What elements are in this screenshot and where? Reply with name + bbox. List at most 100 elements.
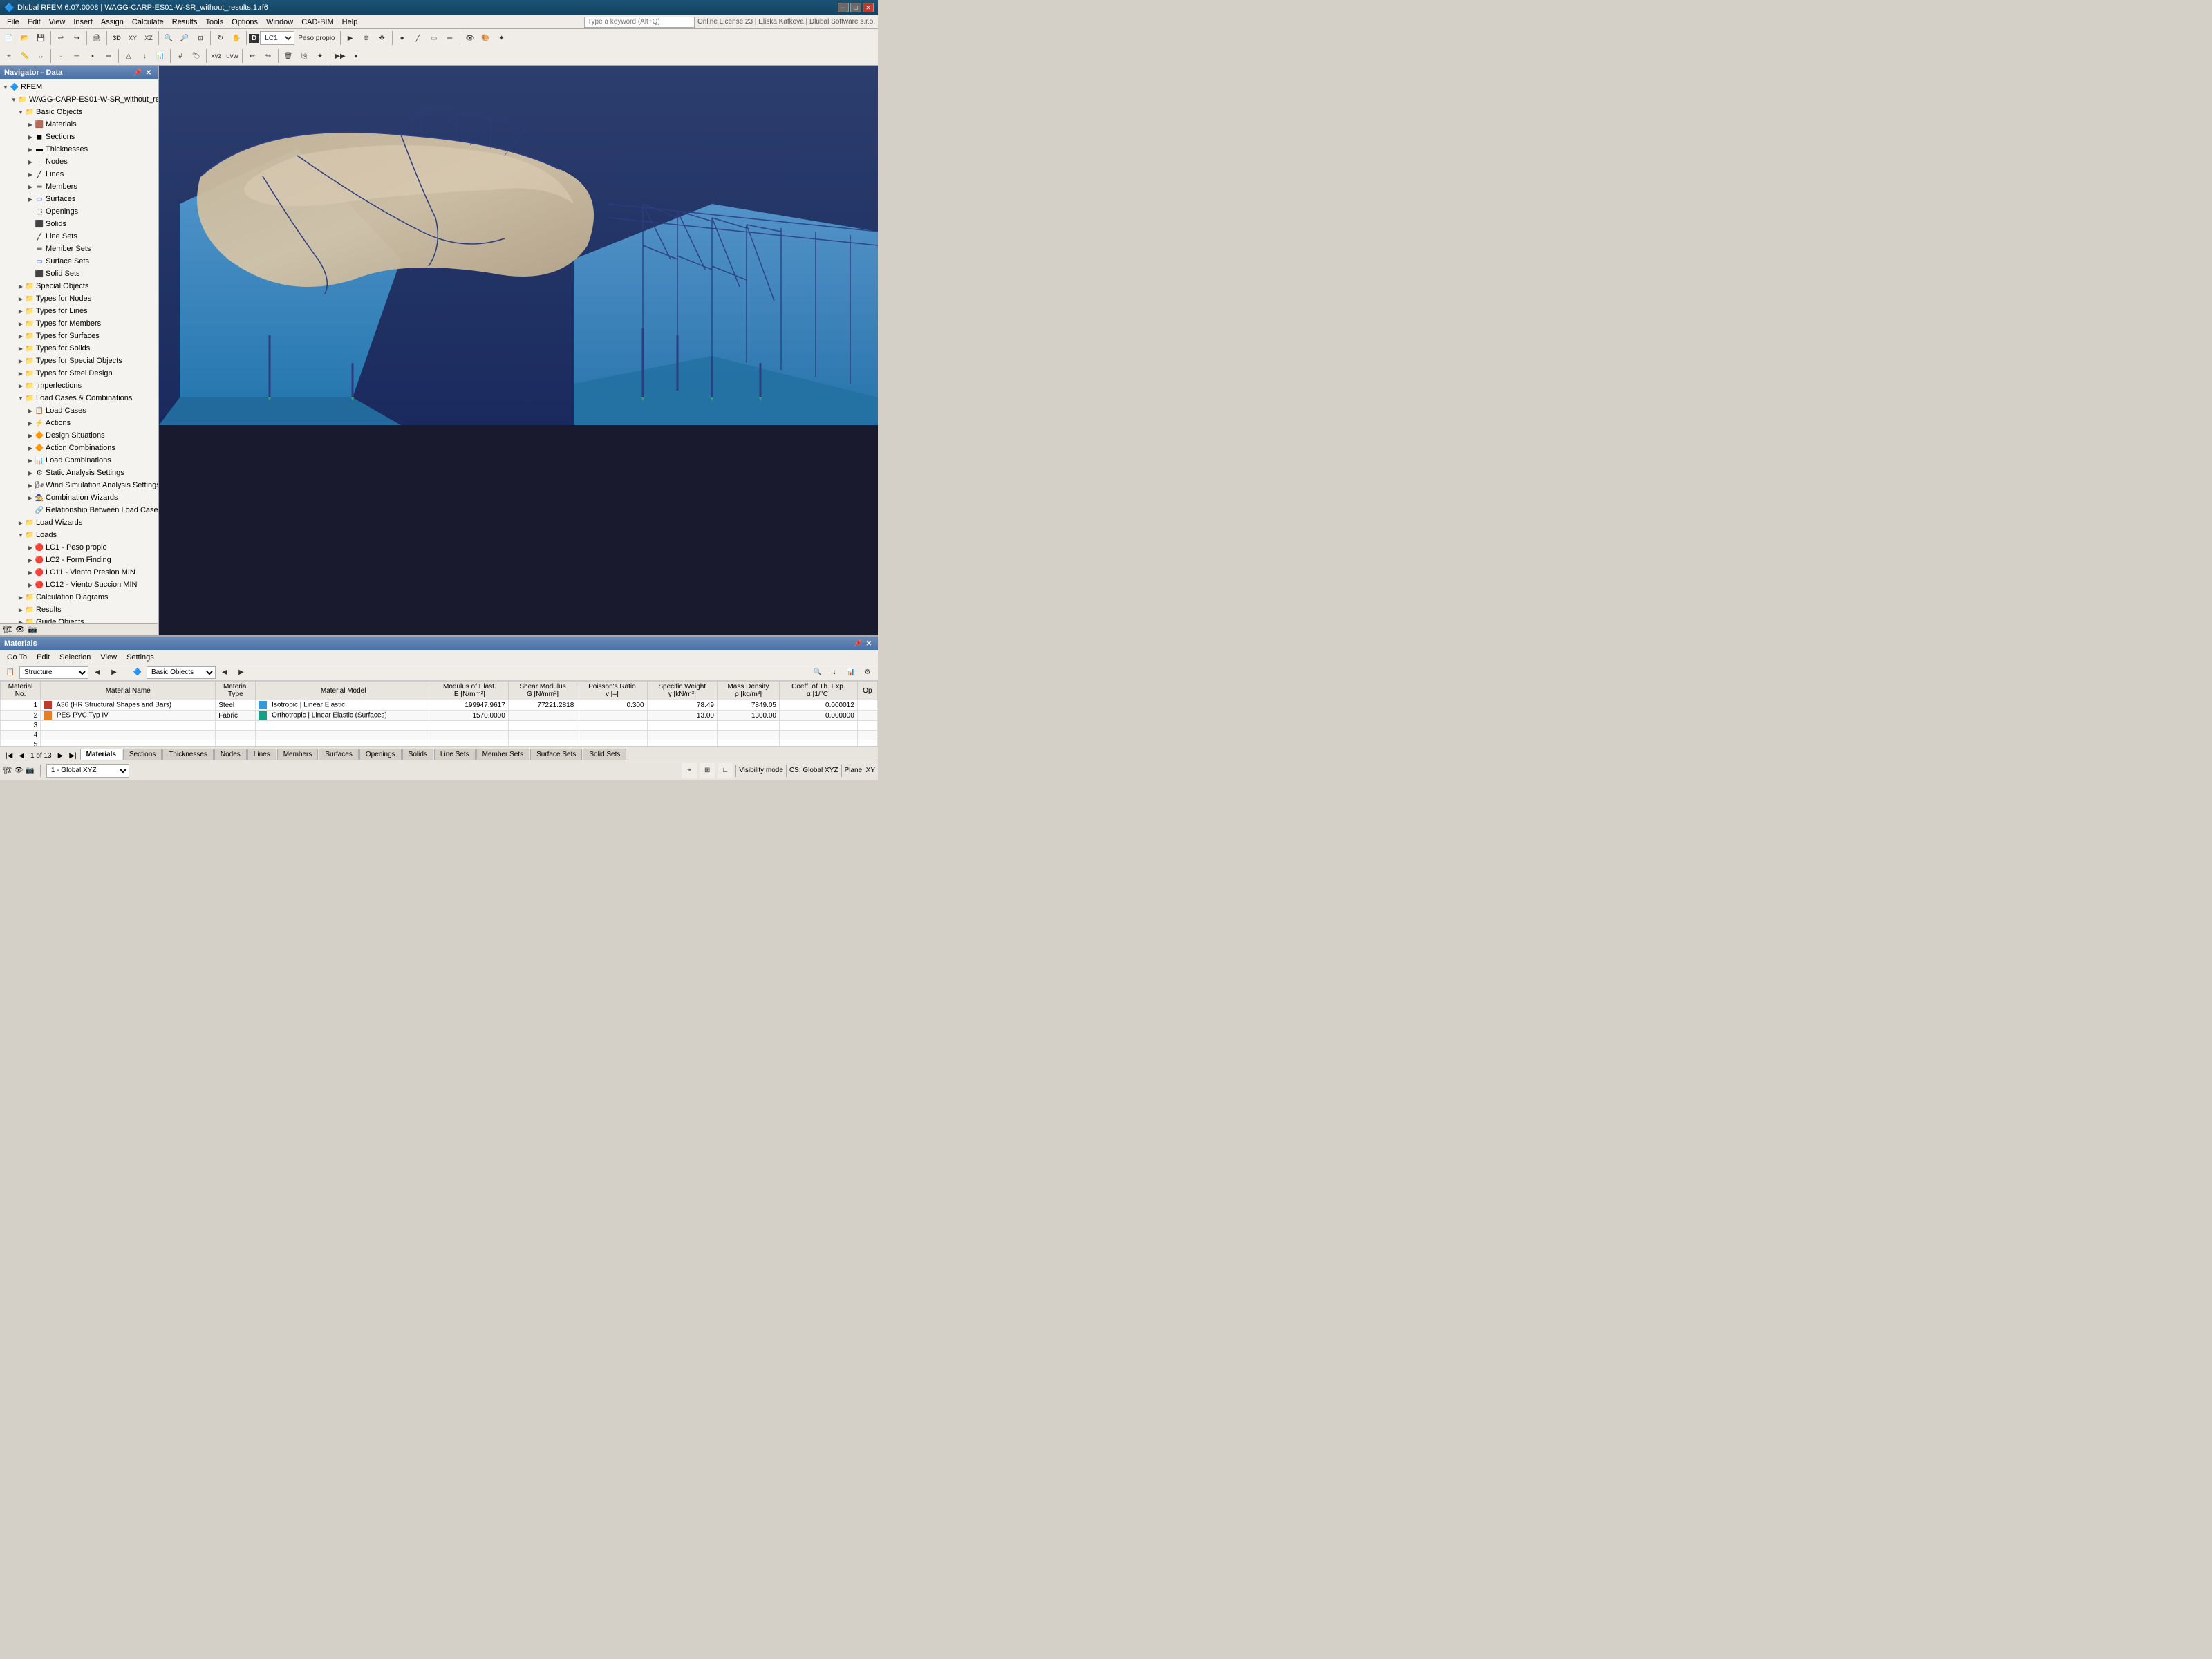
status-icon3[interactable]: 📷 — [26, 767, 34, 774]
expand-special[interactable]: ▶ — [17, 282, 25, 290]
tree-calc-diagrams[interactable]: ▶ 📁 Calculation Diagrams — [0, 591, 158, 603]
structure-select[interactable]: Structure — [19, 666, 88, 679]
tab-solid-sets[interactable]: Solid Sets — [583, 749, 626, 760]
expand-cd[interactable]: ▶ — [17, 593, 25, 601]
tb-select[interactable]: ⊕ — [359, 30, 374, 46]
ptb-cols[interactable]: 📊 — [843, 665, 859, 680]
tab-surface-sets[interactable]: Surface Sets — [530, 749, 582, 760]
table-row[interactable]: 4 — [1, 731, 878, 740]
nav-status-icon-camera[interactable]: 📷 — [28, 625, 37, 634]
tree-lines[interactable]: ▶ ╱ Lines — [0, 168, 158, 180]
expand-lw[interactable]: ▶ — [17, 518, 25, 527]
tree-types-lines[interactable]: ▶ 📁 Types for Lines — [0, 305, 158, 317]
expand-thick[interactable]: ▶ — [26, 145, 35, 153]
tree-lc12[interactable]: ▶ 🔴 LC12 - Viento Succion MIN — [0, 579, 158, 591]
tree-results[interactable]: ▶ 📁 Results — [0, 603, 158, 616]
ptb-sort[interactable]: ↕ — [827, 665, 842, 680]
tab-surfaces[interactable]: Surfaces — [319, 749, 358, 760]
expand-sec[interactable]: ▶ — [26, 133, 35, 141]
expand-tlines[interactable]: ▶ — [17, 307, 25, 315]
pmenu-edit[interactable]: Edit — [32, 652, 54, 663]
tb-zoom-in[interactable]: 🔍 — [161, 30, 176, 46]
stb-grid[interactable]: ⊞ — [700, 763, 715, 778]
tb-view-xy[interactable]: XY — [125, 30, 140, 46]
tb-display[interactable]: 👁 — [462, 30, 478, 46]
ptb-prev2[interactable]: ◀ — [217, 665, 232, 680]
tb-node[interactable]: ● — [395, 30, 410, 46]
menu-cadbim[interactable]: CAD-BIM — [297, 17, 337, 28]
expand-nodes[interactable]: ▶ — [26, 158, 35, 166]
menu-window[interactable]: Window — [262, 17, 297, 28]
tb-print[interactable]: 🖨 — [89, 30, 104, 46]
tb-open[interactable]: 📂 — [17, 30, 32, 46]
tree-action-comb[interactable]: ▶ 🔶 Action Combinations — [0, 442, 158, 454]
tree-actions[interactable]: ▶ ⚡ Actions — [0, 417, 158, 429]
tb-run-calc[interactable]: ▶ — [343, 30, 358, 46]
expand-actions[interactable]: ▶ — [26, 419, 35, 427]
menu-help[interactable]: Help — [338, 17, 362, 28]
expand-lc2[interactable]: ▶ — [26, 556, 35, 564]
tb2-copy[interactable]: ⎘ — [297, 48, 312, 64]
tab-materials[interactable]: Materials — [80, 749, 122, 760]
tree-basic-objects[interactable]: ▼ 📁 Basic Objects — [0, 106, 158, 118]
pmenu-settings[interactable]: Settings — [122, 652, 158, 663]
expand-linesets[interactable] — [26, 232, 35, 241]
ptb-prev[interactable]: ◀ — [90, 665, 105, 680]
tb2-dimension[interactable]: ↔ — [33, 48, 48, 64]
ptb-next[interactable]: ▶ — [106, 665, 122, 680]
tab-nav-first[interactable]: |◀ — [3, 752, 15, 760]
keyword-search-input[interactable] — [584, 17, 695, 28]
tab-nav-prev[interactable]: ◀ — [16, 752, 27, 760]
tree-lc1[interactable]: ▶ 🔴 LC1 - Peso propio — [0, 541, 158, 554]
minimize-button[interactable]: ─ — [838, 3, 849, 12]
expand-membersets[interactable] — [26, 245, 35, 253]
tree-wind-sim[interactable]: ▶ 🌬 Wind Simulation Analysis Settings — [0, 479, 158, 491]
menu-insert[interactable]: Insert — [69, 17, 97, 28]
tab-nav-next[interactable]: ▶ — [55, 752, 66, 760]
tb2-global-cs[interactable]: xyz — [209, 48, 224, 64]
stb-ortho[interactable]: ∟ — [718, 763, 733, 778]
expand-lc1[interactable]: ▶ — [26, 543, 35, 552]
viewport-3d[interactable] — [159, 66, 878, 635]
expand-mat[interactable]: ▶ — [26, 120, 35, 129]
expand-solids[interactable] — [26, 220, 35, 228]
ptb-next2[interactable]: ▶ — [234, 665, 249, 680]
maximize-button[interactable]: □ — [850, 3, 861, 12]
tb-redo[interactable]: ↪ — [69, 30, 84, 46]
expand-ac[interactable]: ▶ — [26, 444, 35, 452]
tb-pan[interactable]: ✋ — [229, 30, 244, 46]
tree-lc2[interactable]: ▶ 🔴 LC2 - Form Finding — [0, 554, 158, 566]
panel-close-button[interactable]: ✕ — [864, 639, 874, 648]
tree-openings[interactable]: ⬚ Openings — [0, 205, 158, 218]
tb2-show-supports[interactable]: △ — [121, 48, 136, 64]
expand-tsteel[interactable]: ▶ — [17, 369, 25, 377]
expand-loads[interactable]: ▼ — [17, 531, 25, 539]
menu-options[interactable]: Options — [227, 17, 262, 28]
expand-tmembers[interactable]: ▶ — [17, 319, 25, 328]
tree-lc11[interactable]: ▶ 🔴 LC11 - Viento Presion MIN — [0, 566, 158, 579]
tab-solids[interactable]: Solids — [402, 749, 433, 760]
tab-lines[interactable]: Lines — [247, 749, 276, 760]
expand-rfem[interactable]: ▼ — [1, 83, 10, 91]
expand-lc[interactable]: ▶ — [26, 406, 35, 415]
nav-status-icon-model[interactable]: 🏗 — [3, 625, 12, 634]
expand-surfaces[interactable]: ▶ — [26, 195, 35, 203]
table-row[interactable]: 3 — [1, 721, 878, 731]
tb2-redo2[interactable]: ↪ — [261, 48, 276, 64]
expand-lcomb[interactable]: ▶ — [26, 456, 35, 465]
tb2-show-members[interactable]: ═ — [101, 48, 116, 64]
tree-imperfections[interactable]: ▶ 📁 Imperfections — [0, 379, 158, 392]
tree-thicknesses[interactable]: ▶ ▬ Thicknesses — [0, 143, 158, 156]
tb2-show-surfaces[interactable]: ▪ — [85, 48, 100, 64]
tb2-local-cs[interactable]: uvw — [225, 48, 240, 64]
tb-zoom-out[interactable]: 🔎 — [177, 30, 192, 46]
tb2-measure[interactable]: 📏 — [17, 48, 32, 64]
menu-file[interactable]: File — [3, 17, 24, 28]
pmenu-selection[interactable]: Selection — [55, 652, 95, 663]
expand-tsurfaces[interactable]: ▶ — [17, 332, 25, 340]
ptb-table-icon[interactable]: 📋 — [3, 665, 18, 680]
tree-static-analysis[interactable]: ▶ ⚙ Static Analysis Settings — [0, 467, 158, 479]
tree-surfaces[interactable]: ▶ ▭ Surfaces — [0, 193, 158, 205]
tb-member-draw[interactable]: ═ — [442, 30, 458, 46]
tree-types-members[interactable]: ▶ 📁 Types for Members — [0, 317, 158, 330]
